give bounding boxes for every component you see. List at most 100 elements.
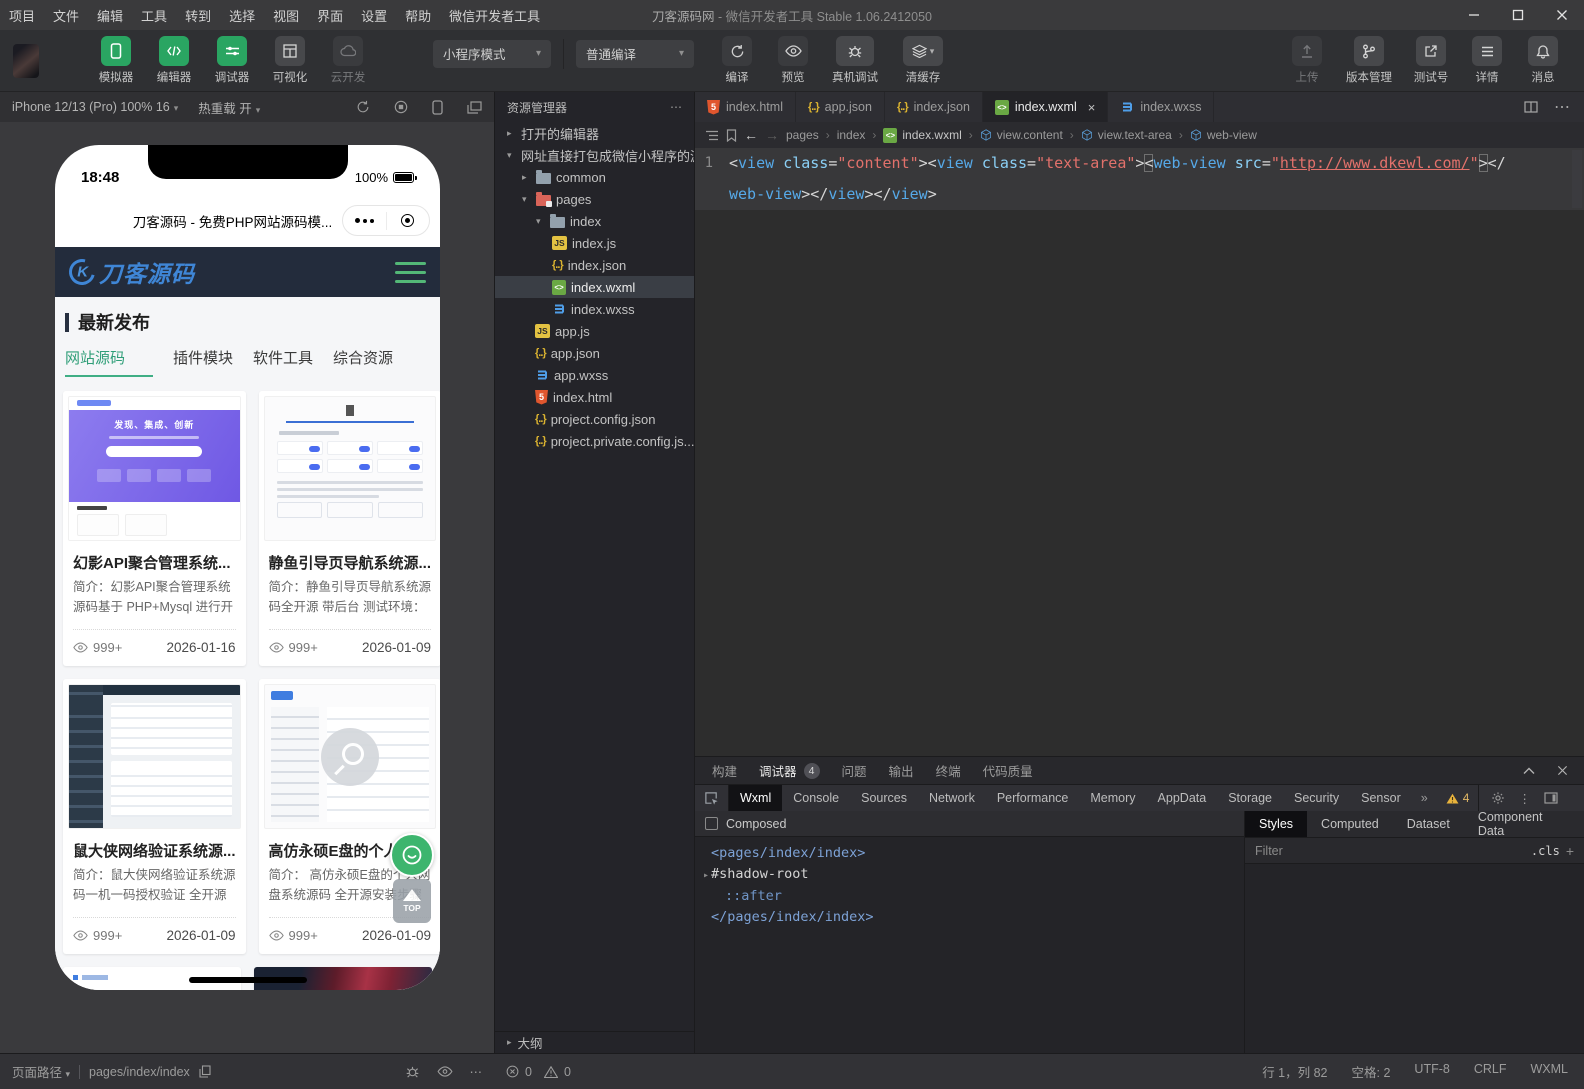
file-project-private-config[interactable]: {..} project.private.config.js... bbox=[495, 430, 694, 452]
devtools-tab-appdata[interactable]: AppData bbox=[1147, 785, 1218, 811]
minimize-button[interactable] bbox=[1452, 0, 1496, 30]
menu-settings[interactable]: 设置 bbox=[352, 0, 396, 30]
more-tabs-icon[interactable]: » bbox=[1412, 791, 1437, 805]
messages-button[interactable]: 消息 bbox=[1518, 36, 1568, 85]
close-panel-icon[interactable] bbox=[1557, 765, 1568, 776]
eye-icon[interactable] bbox=[437, 1066, 453, 1077]
file-index-wxss[interactable]: index.wxss bbox=[495, 298, 694, 320]
tab-index-wxml[interactable]: <> index.wxml × bbox=[983, 92, 1108, 122]
phone-screen[interactable]: 18:48 100% 刀客源码 - 免费PHP网站源码模... bbox=[55, 145, 440, 990]
crumb-pages[interactable]: pages bbox=[786, 128, 819, 142]
bug-icon[interactable] bbox=[405, 1065, 420, 1079]
encoding[interactable]: UTF-8 bbox=[1414, 1062, 1449, 1081]
devtools-tab-memory[interactable]: Memory bbox=[1079, 785, 1146, 811]
crumb-index[interactable]: index bbox=[837, 128, 866, 142]
menu-hamburger-icon[interactable] bbox=[395, 262, 426, 283]
inspect-element-icon[interactable] bbox=[695, 785, 729, 811]
compile-button[interactable]: 编译 bbox=[712, 36, 762, 85]
devtools-tab-storage[interactable]: Storage bbox=[1217, 785, 1283, 811]
style-filter-input[interactable] bbox=[1245, 844, 1521, 858]
simulator-toggle[interactable]: 模拟器 bbox=[91, 36, 141, 85]
customer-service-button[interactable] bbox=[390, 833, 434, 877]
menu-help[interactable]: 帮助 bbox=[396, 0, 440, 30]
exit-button[interactable] bbox=[387, 214, 430, 227]
more-icon[interactable]: ⋯ bbox=[470, 1064, 483, 1079]
test-account-button[interactable]: 测试号 bbox=[1406, 36, 1456, 85]
folder-common[interactable]: ▸ common bbox=[495, 166, 694, 188]
device-frame-icon[interactable] bbox=[432, 100, 443, 115]
eol-sequence[interactable]: CRLF bbox=[1474, 1062, 1507, 1081]
devtools-tab-security[interactable]: Security bbox=[1283, 785, 1350, 811]
cursor-position[interactable]: 行 1，列 82 bbox=[1262, 1062, 1327, 1081]
tab-code-quality[interactable]: 代码质量 bbox=[972, 757, 1044, 784]
crumb-view-text-area[interactable]: view.text-area bbox=[1081, 128, 1172, 142]
copy-icon[interactable] bbox=[199, 1065, 211, 1078]
device-select[interactable]: iPhone 12/13 (Pro) 100% 16▾ bbox=[12, 100, 178, 114]
menu-tools[interactable]: 工具 bbox=[132, 0, 176, 30]
tab-index-json[interactable]: {..} index.json bbox=[885, 92, 983, 122]
close-tab-icon[interactable]: × bbox=[1088, 100, 1096, 115]
file-app-json[interactable]: {..} app.json bbox=[495, 342, 694, 364]
file-index-json[interactable]: {..} index.json bbox=[495, 254, 694, 276]
tab-app-json[interactable]: {..} app.json bbox=[796, 92, 885, 122]
devtools-tab-console[interactable]: Console bbox=[782, 785, 850, 811]
devtools-tab-wxml[interactable]: Wxml bbox=[729, 785, 782, 811]
editor-toggle[interactable]: 编辑器 bbox=[149, 36, 199, 85]
menu-select[interactable]: 选择 bbox=[220, 0, 264, 30]
menu-goto[interactable]: 转到 bbox=[176, 0, 220, 30]
forward-icon[interactable]: → bbox=[765, 127, 779, 143]
cloud-dev-toggle[interactable]: 云开发 bbox=[323, 36, 373, 85]
explorer-more-icon[interactable]: ⋯ bbox=[670, 100, 682, 114]
tab-component-data[interactable]: Component Data bbox=[1464, 811, 1584, 837]
devtools-tab-performance[interactable]: Performance bbox=[986, 785, 1080, 811]
file-project-config[interactable]: {..} project.config.json bbox=[495, 408, 694, 430]
dom-node-shadow-root[interactable]: ▸#shadow-root bbox=[695, 864, 1244, 886]
language-mode[interactable]: WXML bbox=[1531, 1062, 1569, 1081]
visualization-toggle[interactable]: 可视化 bbox=[265, 36, 315, 85]
file-index-js[interactable]: JS index.js bbox=[495, 232, 694, 254]
menu-project[interactable]: 项目 bbox=[0, 0, 44, 30]
tab-debugger[interactable]: 调试器 4 bbox=[748, 757, 831, 784]
crumb-view-content[interactable]: view.content bbox=[980, 128, 1063, 142]
menu-devtools[interactable]: 微信开发者工具 bbox=[440, 0, 549, 30]
upload-button[interactable]: 上传 bbox=[1282, 36, 1332, 85]
devtools-settings-icon[interactable] bbox=[1491, 791, 1505, 805]
rotate-icon[interactable] bbox=[356, 100, 370, 114]
site-logo[interactable]: K 刀客源码 bbox=[69, 255, 195, 289]
dom-node-after[interactable]: ::after bbox=[695, 886, 1244, 907]
outline-section[interactable]: ▸ 大纲 bbox=[495, 1031, 694, 1053]
folder-pages[interactable]: ▾ pages bbox=[495, 188, 694, 210]
remote-debug-button[interactable]: 真机调试 bbox=[824, 36, 886, 85]
clear-cache-button[interactable]: ▾ 清缓存 bbox=[892, 36, 954, 85]
collapse-panel-icon[interactable] bbox=[1523, 767, 1535, 775]
menu-view[interactable]: 视图 bbox=[264, 0, 308, 30]
resource-card[interactable]: 发现、集成、创新 幻影API聚合管理系统... 简介：幻影API聚合管理系统源码… bbox=[63, 391, 246, 666]
menu-edit[interactable]: 编辑 bbox=[88, 0, 132, 30]
file-app-js[interactable]: JS app.js bbox=[495, 320, 694, 342]
preview-button[interactable]: 预览 bbox=[768, 36, 818, 85]
devtools-tab-network[interactable]: Network bbox=[918, 785, 986, 811]
tab-output[interactable]: 输出 bbox=[878, 757, 925, 784]
composed-checkbox[interactable] bbox=[705, 817, 718, 830]
crumb-web-view[interactable]: web-view bbox=[1190, 128, 1257, 142]
file-app-wxss[interactable]: app.wxss bbox=[495, 364, 694, 386]
tab-misc-resources[interactable]: 综合资源 bbox=[333, 347, 393, 375]
devtools-tab-sensor[interactable]: Sensor bbox=[1350, 785, 1412, 811]
cls-toggle[interactable]: .cls bbox=[1521, 844, 1566, 858]
resource-card[interactable]: 静鱼引导页导航系统源... 简介：静鱼引导页导航系统源码全开源 带后台 测试环境… bbox=[259, 391, 440, 666]
crumb-index-wxml[interactable]: <> index.wxml bbox=[883, 128, 961, 143]
back-icon[interactable]: ← bbox=[744, 127, 758, 143]
details-button[interactable]: 详情 bbox=[1462, 36, 1512, 85]
devtools-menu-icon[interactable]: ⋮ bbox=[1518, 791, 1531, 806]
menu-interface[interactable]: 界面 bbox=[308, 0, 352, 30]
user-avatar[interactable] bbox=[13, 44, 39, 78]
folder-index[interactable]: ▾ index bbox=[495, 210, 694, 232]
bookmark-icon[interactable] bbox=[726, 129, 737, 142]
tab-styles[interactable]: Styles bbox=[1245, 811, 1307, 837]
close-button[interactable] bbox=[1540, 0, 1584, 30]
back-to-top-button[interactable]: TOP bbox=[393, 879, 431, 923]
menu-file[interactable]: 文件 bbox=[44, 0, 88, 30]
dom-node-open[interactable]: <pages/index/index> bbox=[695, 843, 1244, 864]
mode-select[interactable]: 小程序模式▾ bbox=[433, 40, 551, 68]
tab-terminal[interactable]: 终端 bbox=[925, 757, 972, 784]
